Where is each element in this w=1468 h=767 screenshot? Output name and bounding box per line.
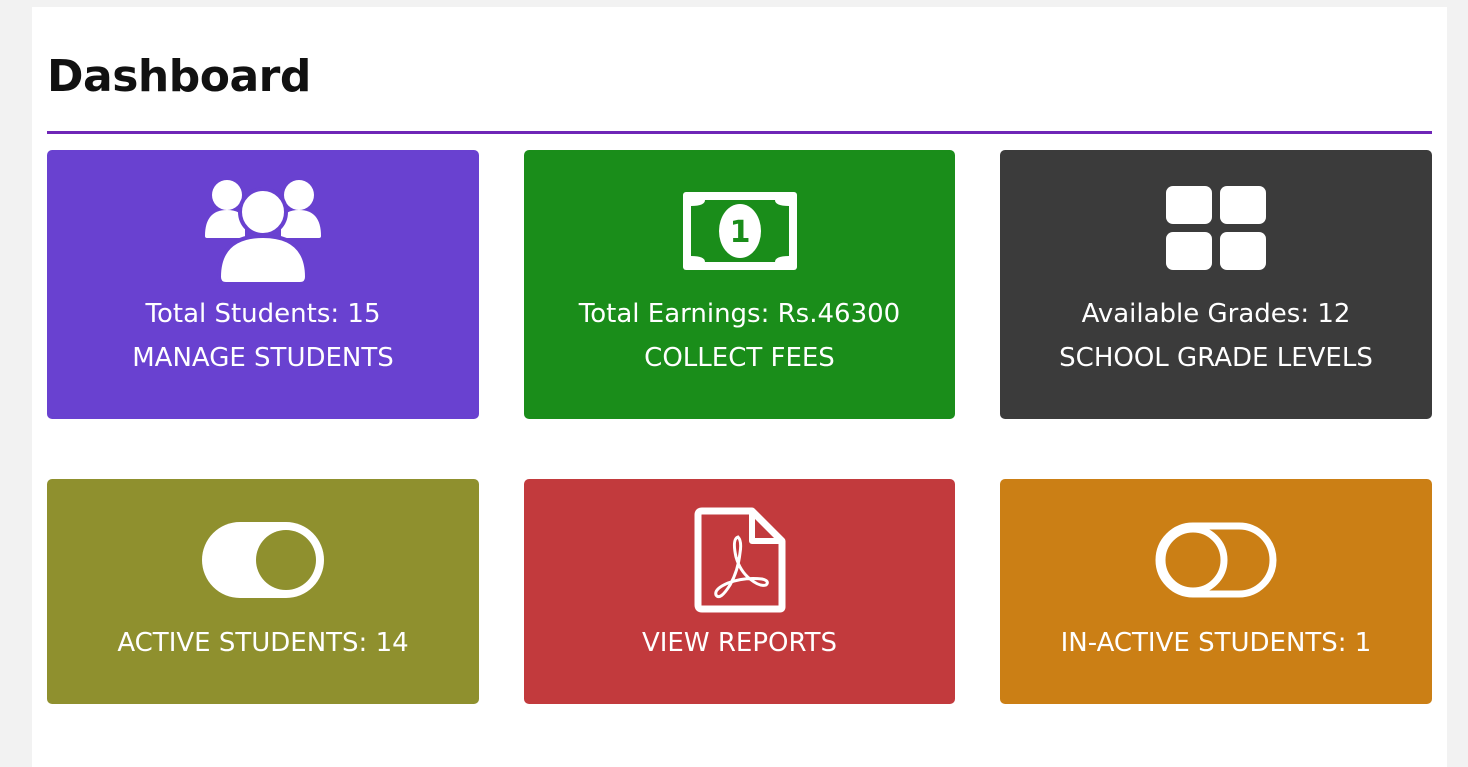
available-grades-stat: Available Grades: 12 <box>1081 299 1351 329</box>
view-reports-label: VIEW REPORTS <box>641 628 838 658</box>
school-grade-levels-link[interactable]: SCHOOL GRADE LEVELS <box>1000 342 1432 374</box>
pdf-file-icon <box>694 507 785 613</box>
collect-fees-link[interactable]: COLLECT FEES <box>524 342 955 374</box>
view-reports-card[interactable]: VIEW REPORTS <box>524 479 955 704</box>
grid-icon <box>1166 186 1266 270</box>
school-grade-levels-card[interactable]: Available Grades: 12 SCHOOL GRADE LEVELS <box>1000 150 1432 419</box>
collect-fees-card[interactable]: 1 Total Earnings: Rs.46300 COLLECT FEES <box>524 150 955 419</box>
svg-text:1: 1 <box>729 215 750 250</box>
total-students-stat: Total Students: 15 <box>145 299 381 329</box>
active-students-label: ACTIVE STUDENTS: 14 <box>117 628 409 658</box>
money-bill-icon: 1 <box>682 192 797 270</box>
page-title: Dashboard <box>47 51 311 102</box>
manage-students-card[interactable]: Total Students: 15 MANAGE STUDENTS <box>47 150 479 419</box>
inactive-students-card[interactable]: IN-ACTIVE STUDENTS: 1 <box>1000 479 1432 704</box>
total-earnings-stat: Total Earnings: Rs.46300 <box>578 299 901 329</box>
active-students-card[interactable]: ACTIVE STUDENTS: 14 <box>47 479 479 704</box>
toggle-off-icon <box>1155 522 1277 598</box>
inactive-students-label: IN-ACTIVE STUDENTS: 1 <box>1060 628 1372 658</box>
toggle-on-icon <box>202 522 324 598</box>
users-icon <box>205 180 321 284</box>
title-divider <box>47 131 1432 134</box>
manage-students-link[interactable]: MANAGE STUDENTS <box>47 342 479 374</box>
